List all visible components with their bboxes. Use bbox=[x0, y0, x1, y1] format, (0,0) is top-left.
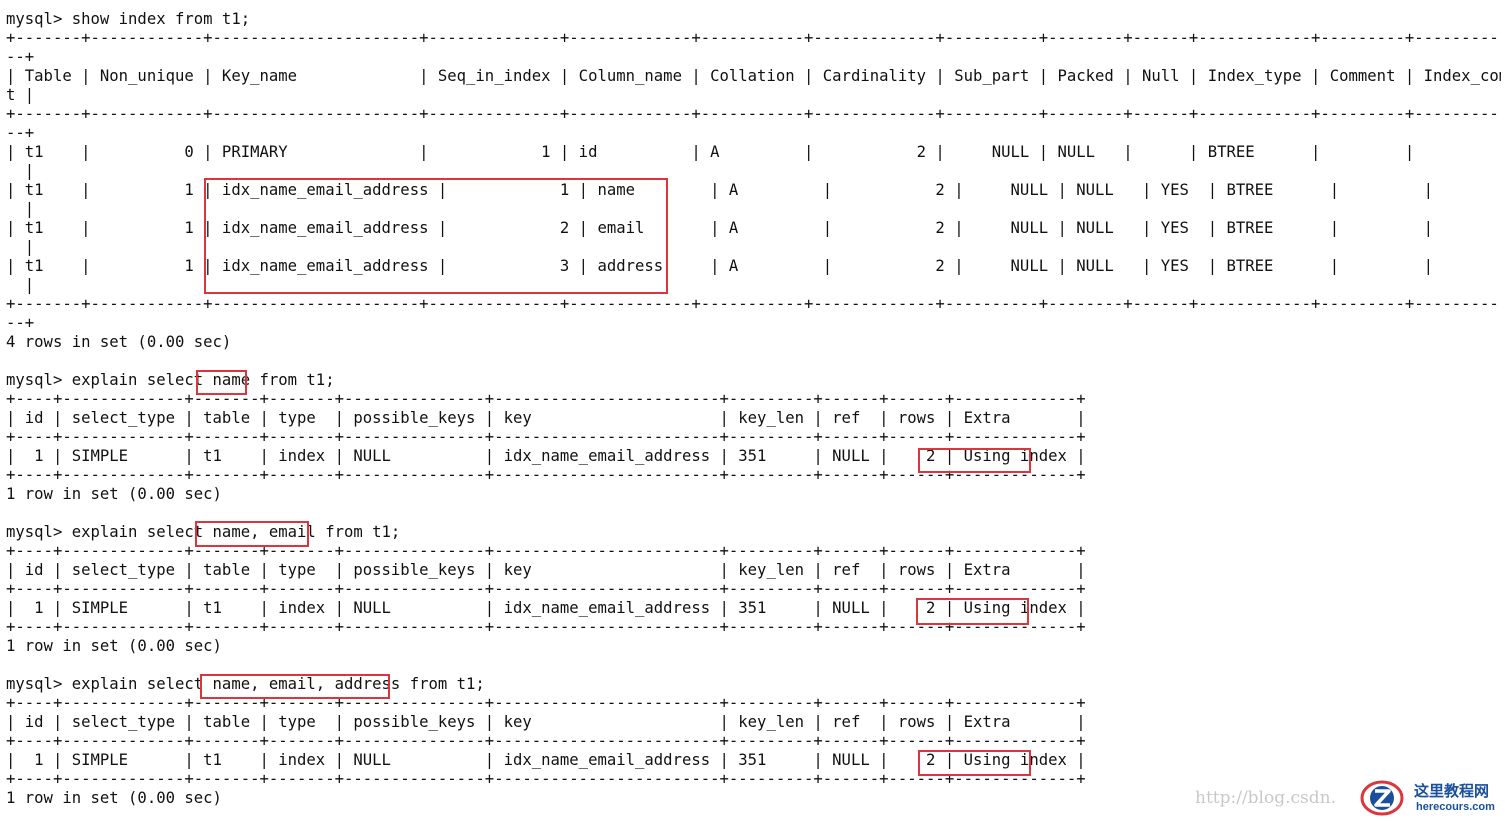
terminal-line: | bbox=[6, 238, 35, 256]
terminal-line: +----+-------------+-------+-------+----… bbox=[6, 466, 1086, 484]
terminal-line: mysql> explain select name from t1; bbox=[6, 371, 335, 389]
watermark-url: http://blog.csdn. bbox=[1195, 788, 1336, 808]
terminal-line: +----+-------------+-------+-------+----… bbox=[6, 428, 1086, 446]
terminal-line: +-------+------------+------------------… bbox=[6, 295, 1501, 313]
terminal-line: 1 row in set (0.00 sec) bbox=[6, 637, 222, 655]
terminal-line: | t1 | 1 | idx_name_email_address | 3 | … bbox=[6, 257, 1434, 275]
z-letter-logo-icon bbox=[1360, 780, 1404, 816]
terminal-line: +-------+------------+------------------… bbox=[6, 29, 1501, 47]
terminal-line: | 1 | SIMPLE | t1 | index | NULL | idx_n… bbox=[6, 447, 1086, 465]
terminal-line: +----+-------------+-------+-------+----… bbox=[6, 390, 1086, 408]
terminal-line: mysql> explain select name, email, addre… bbox=[6, 675, 485, 693]
terminal-line: | t1 | 0 | PRIMARY | 1 | id | A | 2 | NU… bbox=[6, 143, 1415, 161]
terminal-line: +-------+------------+------------------… bbox=[6, 105, 1501, 123]
terminal-line: +----+-------------+-------+-------+----… bbox=[6, 542, 1086, 560]
site-logo: 这里教程网 herecours.com bbox=[1358, 776, 1503, 820]
terminal-line: +----+-------------+-------+-------+----… bbox=[6, 618, 1086, 636]
terminal-line: --+ bbox=[6, 48, 35, 66]
terminal-line: 4 rows in set (0.00 sec) bbox=[6, 333, 232, 351]
terminal-line: +----+-------------+-------+-------+----… bbox=[6, 580, 1086, 598]
terminal-line: | Table | Non_unique | Key_name | Seq_in… bbox=[6, 67, 1501, 85]
terminal-line: mysql> show index from t1; bbox=[6, 10, 251, 28]
terminal-line: | bbox=[6, 162, 35, 180]
terminal-line: | 1 | SIMPLE | t1 | index | NULL | idx_n… bbox=[6, 751, 1086, 769]
terminal-line: mysql> explain select name, email from t… bbox=[6, 523, 401, 541]
terminal-line: | bbox=[6, 200, 35, 218]
terminal-line: --+ bbox=[6, 314, 35, 332]
terminal-line: +----+-------------+-------+-------+----… bbox=[6, 770, 1086, 788]
terminal-line: | t1 | 1 | idx_name_email_address | 1 | … bbox=[6, 181, 1434, 199]
terminal-line: --+ bbox=[6, 124, 35, 142]
terminal-line: | t1 | 1 | idx_name_email_address | 2 | … bbox=[6, 219, 1434, 237]
terminal-line: | id | select_type | table | type | poss… bbox=[6, 713, 1086, 731]
terminal-output: mysql> show index from t1; +-------+-----… bbox=[6, 10, 1501, 808]
terminal-line: t | bbox=[6, 86, 35, 104]
terminal-line: | 1 | SIMPLE | t1 | index | NULL | idx_n… bbox=[6, 599, 1086, 617]
terminal-line: | id | select_type | table | type | poss… bbox=[6, 561, 1086, 579]
terminal-line: | bbox=[6, 276, 35, 294]
terminal-line: +----+-------------+-------+-------+----… bbox=[6, 732, 1086, 750]
terminal-line: +----+-------------+-------+-------+----… bbox=[6, 694, 1086, 712]
terminal-line: | id | select_type | table | type | poss… bbox=[6, 409, 1086, 427]
terminal-line: 1 row in set (0.00 sec) bbox=[6, 485, 222, 503]
logo-chinese-text: 这里教程网 bbox=[1414, 782, 1490, 800]
logo-english-text: herecours.com bbox=[1416, 801, 1495, 813]
